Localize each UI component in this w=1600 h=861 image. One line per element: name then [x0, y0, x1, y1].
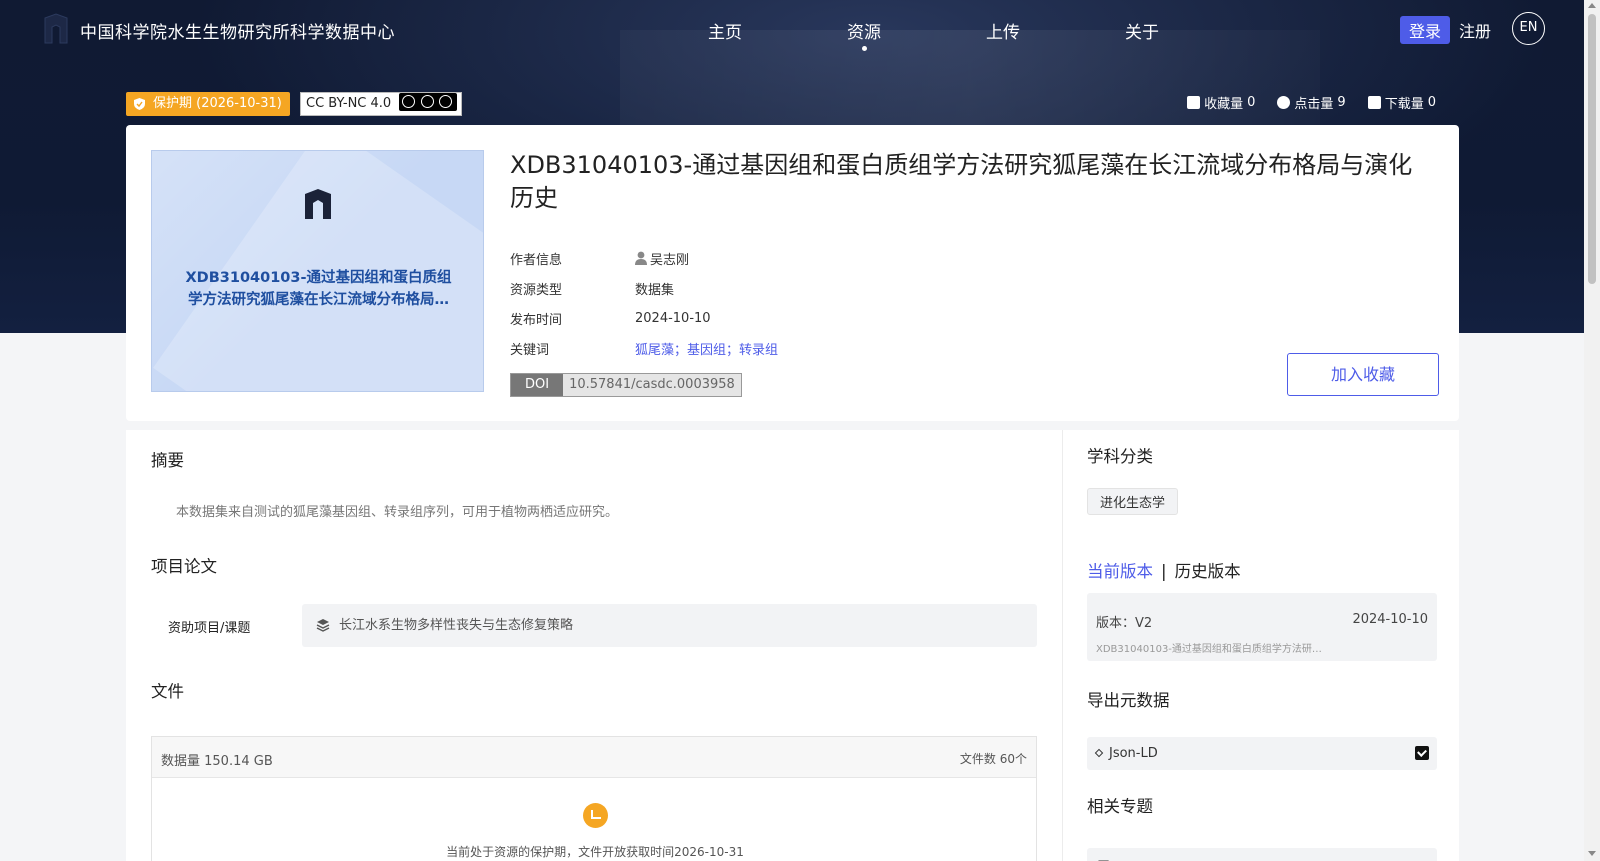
meta-keywords-label: 关键词 [510, 342, 550, 358]
views-count: 9 [1337, 95, 1346, 110]
doi-label: DOI [511, 374, 564, 396]
export-jsonld[interactable]: Json-LD [1087, 737, 1437, 770]
version-separator: | [1161, 562, 1167, 581]
license-text: CC BY-NC 4.0 [306, 96, 392, 111]
shield-icon [134, 98, 145, 110]
nav-resources[interactable]: 资源 [847, 18, 881, 51]
version-description: XDB31040103-通过基因组和蛋白质组学方法研究狐尾藻在长江流域分布格局与… [1096, 644, 1326, 655]
favorites-stat: 收藏量 0 [1187, 93, 1255, 112]
tab-history-version[interactable]: 历史版本 [1175, 562, 1241, 581]
logo-icon[interactable] [42, 13, 70, 45]
lock-icon [583, 803, 608, 828]
meta-type-label: 资源类型 [510, 282, 563, 298]
files-header: 数据量 150.14 GB 文件数 60个 [152, 737, 1036, 778]
scrollbar-thumb[interactable] [1588, 14, 1596, 284]
scroll-up-arrow-icon[interactable] [1588, 3, 1596, 8]
diamond-icon [1094, 748, 1104, 758]
resource-title: XDB31040103-通过基因组和蛋白质组学方法研究狐尾藻在长江流域分布格局与… [510, 151, 1413, 212]
sidebar: 学科分类 进化生态学 当前版本 | 历史版本 版本：V2 2024-10-10 XD… [1062, 430, 1459, 861]
meta-date-label: 发布时间 [510, 312, 563, 328]
downloads-label: 下载量 [1384, 97, 1424, 112]
abstract-title: 摘要 [151, 451, 184, 470]
version-card[interactable]: 版本：V2 2024-10-10 XDB31040103-通过基因组和蛋白质组学… [1087, 593, 1437, 661]
license-badge[interactable]: CC BY-NC 4.0 [300, 92, 463, 116]
meta-keywords: 关键词 狐尾藻；基因组；转录组 [510, 333, 778, 363]
cover-title: XDB31040103-通过基因组和蛋白质组学方法研究狐尾藻在长江流域分布格局与… [185, 270, 452, 308]
resource-details: 摘要 本数据集来自测试的狐尾藻基因组、转录组序列，可用于植物两栖适应研究。 项目… [126, 430, 1062, 861]
doi-value: 10.57841/casdc.0003958 [563, 374, 741, 396]
papers-title: 项目论文 [151, 557, 217, 576]
meta-type: 资源类型 数据集 [510, 273, 778, 303]
meta-keywords-value[interactable]: 狐尾藻；基因组；转录组 [635, 339, 778, 358]
meta-date: 发布时间 2024-10-10 [510, 303, 778, 333]
views-stat: 点击量 9 [1277, 93, 1346, 112]
downloads-count: 0 [1427, 95, 1436, 110]
views-label: 点击量 [1294, 97, 1334, 112]
active-indicator [862, 46, 867, 51]
person-icon [635, 251, 647, 265]
resource-stats: 收藏量 0 点击量 9 下载量 0 [1187, 93, 1436, 112]
version-number: 版本：V2 [1096, 616, 1153, 631]
export-title: 导出元数据 [1087, 691, 1170, 710]
meta-type-value: 数据集 [635, 282, 675, 298]
project-label: 资助项目/课题 [168, 621, 251, 636]
layers-icon [316, 619, 330, 632]
language-toggle[interactable]: EN [1512, 12, 1545, 45]
site-header: 中国科学院水生生物研究所科学数据中心 主页 资源 上传 关于 登录 注册 EN [0, 0, 1584, 58]
topics-box: 无 [1087, 848, 1437, 861]
doi-box[interactable]: DOI 10.57841/casdc.0003958 [510, 373, 742, 397]
resource-card: XDB31040103-通过基因组和蛋白质组学方法研究狐尾藻在长江流域分布格局与… [126, 125, 1459, 421]
version-tabs: 当前版本 | 历史版本 [1087, 558, 1241, 582]
meta-author-label: 作者信息 [510, 252, 563, 268]
project-name: 长江水系生物多样性丧失与生态修复策略 [339, 618, 574, 633]
abstract-text: 本数据集来自测试的狐尾藻基因组、转录组序列，可用于植物两栖适应研究。 [176, 505, 619, 520]
eye-icon [1277, 96, 1291, 109]
download-icon[interactable] [1415, 746, 1429, 760]
meta-date-value: 2024-10-10 [635, 310, 711, 326]
project-item[interactable]: 长江水系生物多样性丧失与生态修复策略 [302, 604, 1037, 647]
nav-home[interactable]: 主页 [708, 18, 742, 43]
downloads-stat: 下载量 0 [1367, 93, 1436, 112]
register-link[interactable]: 注册 [1459, 18, 1491, 42]
favorites-count: 0 [1247, 95, 1256, 110]
protection-text: 保护期 (2026-10-31) [153, 96, 282, 111]
nav-resources-label: 资源 [847, 23, 881, 43]
files-count: 文件数 60个 [959, 752, 1027, 766]
login-button[interactable]: 登录 [1400, 16, 1451, 44]
subject-tag[interactable]: 进化生态学 [1087, 488, 1179, 515]
topics-title: 相关专题 [1087, 797, 1153, 816]
resource-cover: XDB31040103-通过基因组和蛋白质组学方法研究狐尾藻在长江流域分布格局与… [151, 150, 484, 392]
add-favorite-button[interactable]: 加入收藏 [1287, 353, 1439, 396]
institute-logo-icon [305, 189, 331, 219]
protection-badge: 保护期 (2026-10-31) [126, 92, 290, 116]
meta-author-value[interactable]: 吴志刚 [635, 249, 689, 268]
version-date: 2024-10-10 [1352, 612, 1428, 627]
subject-title: 学科分类 [1087, 447, 1153, 466]
files-title: 文件 [151, 682, 184, 701]
export-format: Json-LD [1109, 746, 1158, 761]
author-name: 吴志刚 [650, 252, 690, 268]
favorites-label: 收藏量 [1204, 97, 1244, 112]
files-panel: 数据量 150.14 GB 文件数 60个 当前处于资源的保护期，文件开放获取时… [151, 736, 1037, 861]
site-title[interactable]: 中国科学院水生生物研究所科学数据中心 [80, 18, 395, 43]
scrollbar[interactable] [1584, 0, 1600, 861]
resource-meta: 作者信息 吴志刚 资源类型 数据集 发布时间 2024-10-10 关键词 狐尾… [510, 243, 778, 363]
tab-current-version[interactable]: 当前版本 [1087, 562, 1153, 581]
download-icon [1367, 96, 1381, 109]
embargo-note: 当前处于资源的保护期，文件开放获取时间2026-10-31 [446, 845, 744, 859]
bookmark-icon [1187, 96, 1201, 109]
files-size: 数据量 150.14 GB [161, 754, 273, 769]
nav-about[interactable]: 关于 [1125, 18, 1159, 43]
scroll-down-arrow-icon[interactable] [1588, 851, 1596, 856]
nav-upload[interactable]: 上传 [986, 18, 1020, 43]
cc-license-icon [399, 93, 458, 111]
meta-author: 作者信息 吴志刚 [510, 243, 778, 273]
